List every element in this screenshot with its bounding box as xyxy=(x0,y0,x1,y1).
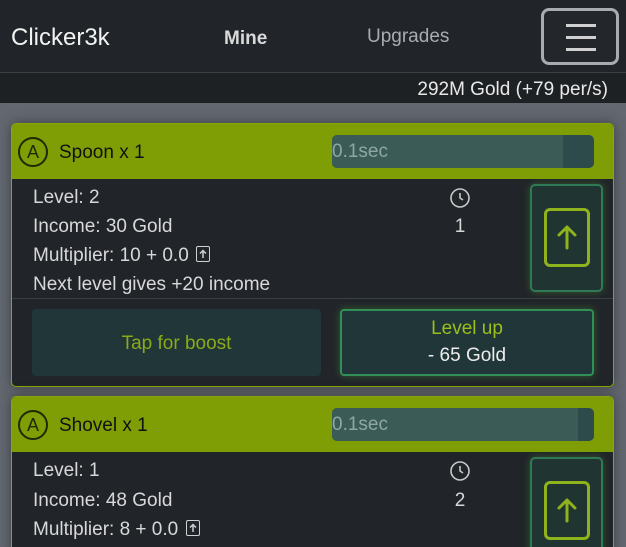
progress-text: 0.1sec xyxy=(332,141,388,162)
level-text: Level: 1 xyxy=(33,460,100,481)
item-name: Spoon x 1 xyxy=(59,142,145,163)
tab-upgrades[interactable]: Upgrades xyxy=(367,26,449,48)
multiplier-row: Multiplier: 10 + 0.0 xyxy=(33,245,211,267)
clock-icon xyxy=(450,461,470,481)
item-card-header: A Spoon x 1 0.1sec xyxy=(12,124,613,179)
arrow-up-box-icon[interactable] xyxy=(196,246,211,262)
income-text: Income: 48 Gold xyxy=(33,490,173,511)
item-card-spoon: A Spoon x 1 0.1sec Level: 2 Income: 30 G… xyxy=(11,123,614,387)
tab-mine[interactable]: Mine xyxy=(224,28,267,50)
boost-label: Tap for boost xyxy=(121,333,232,354)
tier-badge: A xyxy=(18,137,48,167)
card-divider xyxy=(12,298,613,299)
progress-bar: 0.1sec xyxy=(332,135,594,168)
gold-status-text: 292M Gold (+79 per/s) xyxy=(417,79,608,100)
multiplier-text: Multiplier: 8 + 0.0 xyxy=(33,519,179,540)
menu-button[interactable] xyxy=(541,8,619,65)
arrow-up-icon xyxy=(544,481,590,540)
mine-page: A Spoon x 1 0.1sec Level: 2 Income: 30 G… xyxy=(0,103,626,547)
level-up-button[interactable]: Level up - 65 Gold xyxy=(340,309,594,376)
arrow-up-icon xyxy=(544,208,590,267)
item-count: 1 xyxy=(454,216,466,237)
clock-icon xyxy=(450,188,470,208)
item-card-header: A Shovel x 1 0.1sec xyxy=(12,397,613,452)
item-count: 2 xyxy=(454,490,466,511)
multiplier-text: Multiplier: 10 + 0.0 xyxy=(33,245,189,266)
progress-text: 0.1sec xyxy=(332,414,388,435)
next-level-text: Next level gives +20 income xyxy=(33,274,271,295)
gold-status-bar: 292M Gold (+79 per/s) xyxy=(0,73,626,103)
tap-for-boost-button[interactable]: Tap for boost xyxy=(32,309,321,376)
progress-bar: 0.1sec xyxy=(332,408,594,441)
level-up-label: Level up xyxy=(431,318,503,339)
quick-level-up-button[interactable] xyxy=(530,457,603,547)
multiplier-row: Multiplier: 8 + 0.0 xyxy=(33,519,200,541)
brand-title[interactable]: Clicker3k xyxy=(11,24,110,52)
income-text: Income: 30 Gold xyxy=(33,216,173,237)
item-card-shovel: A Shovel x 1 0.1sec Level: 1 Income: 48 … xyxy=(11,396,614,547)
navbar: Clicker3k Mine Upgrades xyxy=(0,0,626,73)
level-text: Level: 2 xyxy=(33,187,100,208)
level-up-cost: - 65 Gold xyxy=(427,345,507,366)
item-name: Shovel x 1 xyxy=(59,415,148,436)
tier-badge: A xyxy=(18,410,48,440)
quick-level-up-button[interactable] xyxy=(530,184,603,292)
arrow-up-box-icon[interactable] xyxy=(185,520,200,536)
